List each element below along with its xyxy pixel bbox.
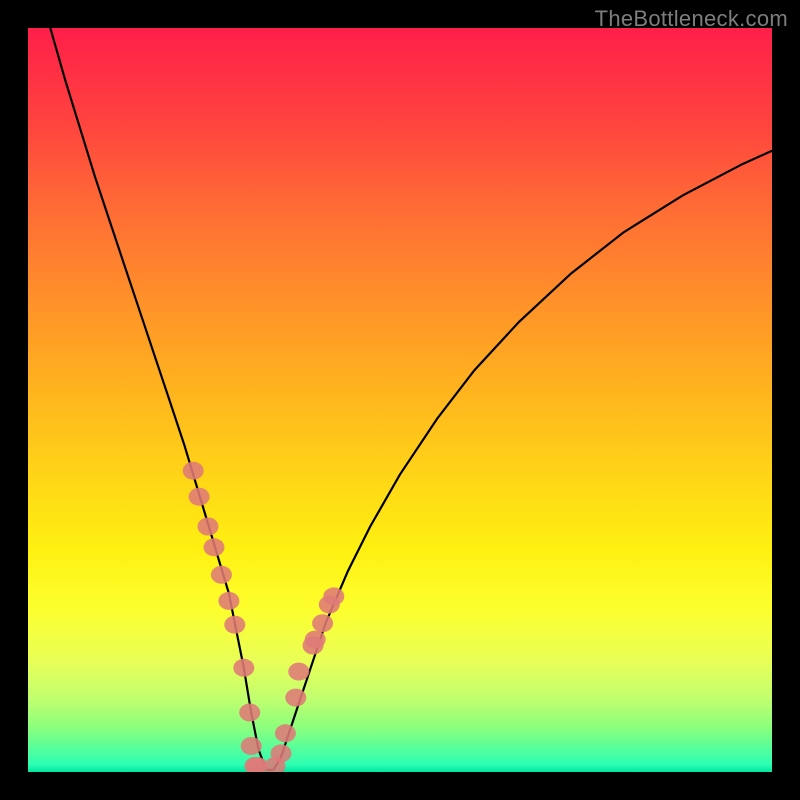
marker-dot xyxy=(189,488,210,506)
chart-area xyxy=(28,28,772,772)
marker-dot xyxy=(241,737,262,755)
marker-dot xyxy=(211,566,232,584)
marker-dot xyxy=(183,462,204,480)
marker-dot xyxy=(218,592,239,610)
marker-dot xyxy=(239,704,260,722)
marker-dot xyxy=(305,631,326,649)
curve-path xyxy=(50,28,772,770)
watermark-text: TheBottleneck.com xyxy=(595,6,788,32)
marker-dot xyxy=(198,518,219,536)
marker-dot xyxy=(323,587,344,605)
marker-dot xyxy=(204,538,225,556)
marker-dot xyxy=(288,663,309,681)
marker-group xyxy=(183,462,345,772)
marker-dot xyxy=(233,659,254,677)
marker-dot xyxy=(312,614,333,632)
bottleneck-curve-svg xyxy=(28,28,772,772)
marker-dot xyxy=(275,724,296,742)
marker-dot xyxy=(285,689,306,707)
marker-dot xyxy=(224,616,245,634)
marker-dot xyxy=(271,744,292,762)
